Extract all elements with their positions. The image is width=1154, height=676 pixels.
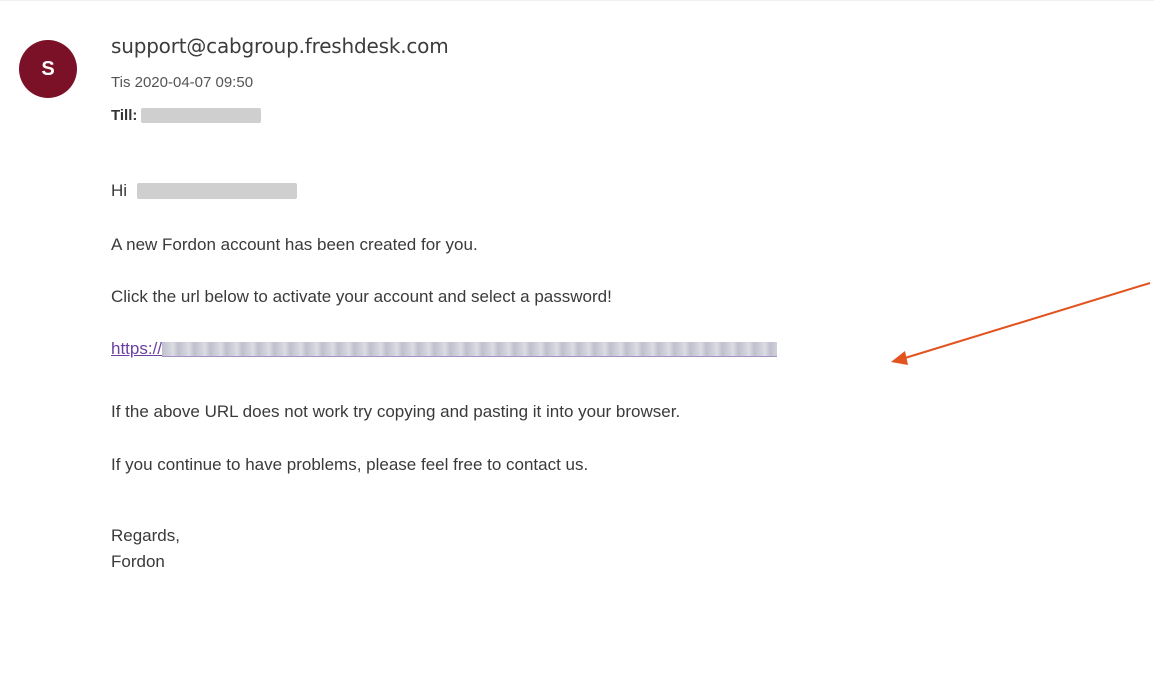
activation-link-text[interactable]: https:// [111,339,162,359]
body-line: A new Fordon account has been created fo… [111,235,478,254]
sender-avatar[interactable]: S [19,40,77,98]
body-line: Click the url below to activate your acc… [111,287,612,306]
body-line: If the above URL does not work try copyi… [111,402,681,421]
to-label: Till: [111,107,138,124]
redacted-link-url[interactable] [162,341,778,357]
signoff-text: Regards, [111,526,180,545]
recipient-line: Till: [111,107,262,124]
sent-date: Tis 2020-04-07 09:50 [111,74,254,91]
redacted-recipient [141,108,262,123]
arrow-shaft [904,282,1151,359]
avatar-letter: S [41,57,55,80]
arrow-head [891,351,908,365]
redacted-name [137,183,298,199]
activation-link[interactable]: https:// [111,339,778,359]
email-message-pane: S support@cabgroup.freshdesk.com Tis 202… [0,0,1154,675]
greeting-text: Hi [111,181,128,200]
signature-text: Fordon [111,552,165,571]
greeting-line: Hi [111,181,298,201]
body-line: If you continue to have problems, please… [111,455,589,474]
sender-address[interactable]: support@cabgroup.freshdesk.com [111,34,449,58]
